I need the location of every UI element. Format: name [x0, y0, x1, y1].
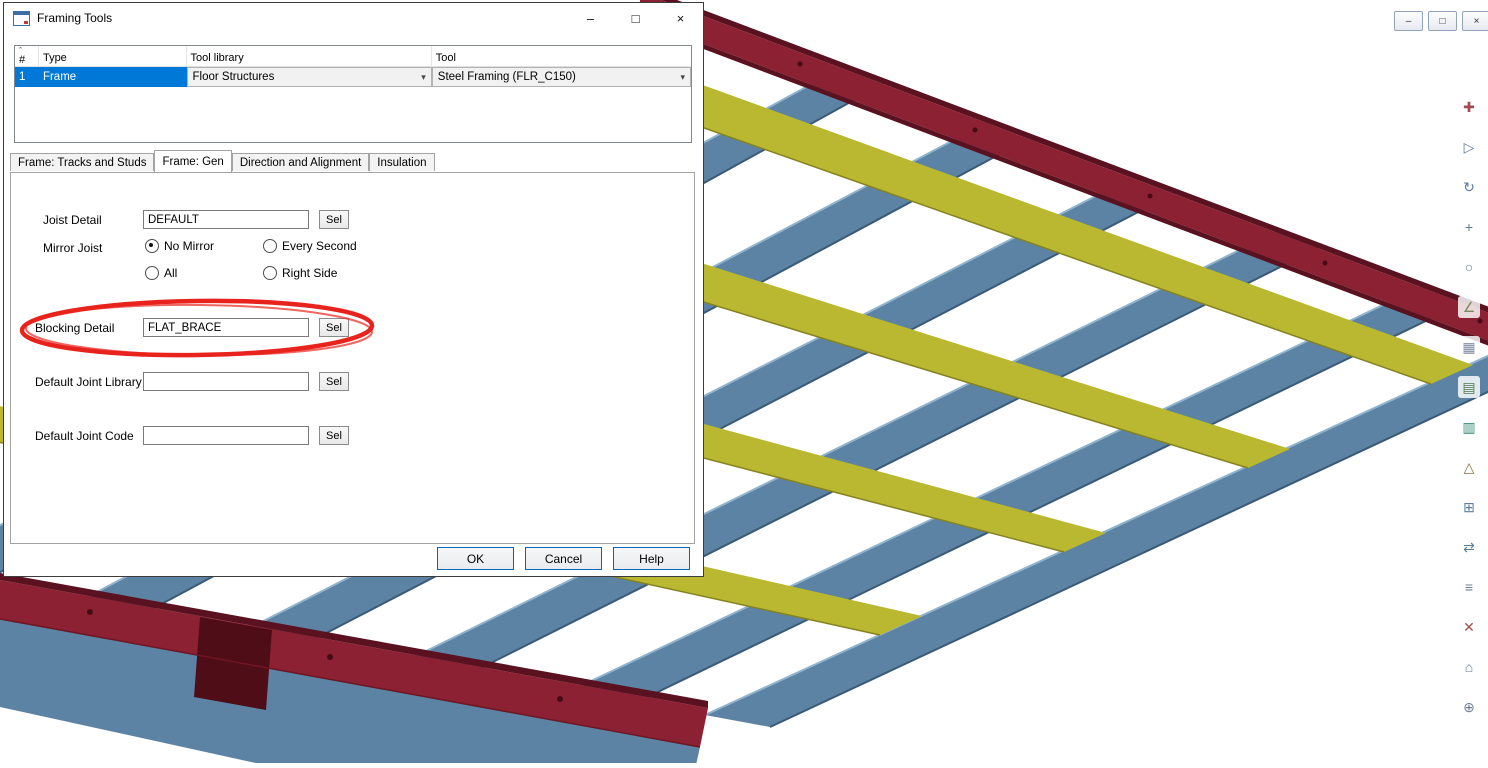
- tool-table-header: ˆ # Type Tool library Tool: [15, 46, 691, 67]
- app-icon: [13, 11, 30, 26]
- help-button[interactable]: Help: [613, 547, 690, 570]
- zoom-icon[interactable]: ○: [1458, 256, 1480, 278]
- dialog-minimize-button[interactable]: –: [568, 3, 613, 33]
- blocking-detail-input[interactable]: [143, 318, 309, 337]
- radio-icon: [263, 239, 277, 253]
- default-joint-code-sel-button[interactable]: Sel: [319, 426, 349, 445]
- frame-gen-panel: Joist Detail Sel Mirror Joist No Mirror …: [10, 172, 695, 544]
- column-header-num[interactable]: ˆ #: [15, 46, 39, 66]
- mirror-joist-label: Mirror Joist: [43, 241, 102, 255]
- joist-detail-input[interactable]: [143, 210, 309, 229]
- cancel-button[interactable]: Cancel: [525, 547, 602, 570]
- framing-tools-dialog: Framing Tools – □ × ˆ # Type Tool librar…: [3, 2, 704, 577]
- settings-icon[interactable]: ⊕: [1458, 696, 1480, 718]
- blocking-detail-label: Blocking Detail: [35, 321, 114, 335]
- rotate-view-icon[interactable]: ↻: [1458, 176, 1480, 198]
- tab-frame-tracks-and-studs[interactable]: Frame: Tracks and Studs: [10, 153, 154, 171]
- tool-table: ˆ # Type Tool library Tool 1 Frame Floor…: [14, 45, 692, 143]
- radio-icon: [145, 266, 159, 280]
- mirror-icon[interactable]: ⇄: [1458, 536, 1480, 558]
- radio-checked-icon: [145, 239, 159, 253]
- dialog-title: Framing Tools: [37, 11, 112, 25]
- row-type-cell: Frame: [39, 67, 187, 87]
- maximize-icon: □: [1439, 16, 1445, 27]
- erase-icon[interactable]: ✕: [1458, 616, 1480, 638]
- copy-icon[interactable]: ⊞: [1458, 496, 1480, 518]
- measure-icon[interactable]: ∠: [1458, 296, 1480, 318]
- chevron-down-icon: ▾: [680, 72, 685, 83]
- pin-icon[interactable]: ✚: [1458, 96, 1480, 118]
- background-window-controls: – □ ×: [1394, 11, 1488, 31]
- default-joint-library-input[interactable]: [143, 372, 309, 391]
- dialog-maximize-button[interactable]: □: [613, 3, 658, 33]
- chevron-down-icon: ▾: [421, 72, 426, 83]
- bg-maximize-button[interactable]: □: [1428, 11, 1457, 31]
- column-header-type[interactable]: Type: [39, 46, 187, 66]
- maximize-icon: □: [632, 11, 640, 26]
- default-joint-code-label: Default Joint Code: [35, 429, 134, 443]
- roof-tool-icon[interactable]: △: [1458, 456, 1480, 478]
- annotation-circle: [11, 173, 696, 545]
- joist-detail-label: Joist Detail: [43, 213, 102, 227]
- default-joint-library-label: Default Joint Library: [35, 375, 142, 389]
- bg-minimize-button[interactable]: –: [1394, 11, 1423, 31]
- tab-frame-gen[interactable]: Frame: Gen: [154, 150, 231, 172]
- default-joint-code-input[interactable]: [143, 426, 309, 445]
- close-icon: ×: [1474, 16, 1480, 27]
- minimize-icon: –: [1406, 16, 1412, 27]
- layers-icon[interactable]: ≡: [1458, 576, 1480, 598]
- bg-close-button[interactable]: ×: [1462, 11, 1488, 31]
- close-icon: ×: [677, 11, 685, 26]
- tab-insulation[interactable]: Insulation: [369, 153, 434, 171]
- dialog-close-button[interactable]: ×: [658, 3, 703, 33]
- tool-value: Steel Framing (FLR_C150): [438, 71, 576, 83]
- wall-tool-icon[interactable]: ▤: [1458, 376, 1480, 398]
- blocking-detail-sel-button[interactable]: Sel: [319, 318, 349, 337]
- default-joint-library-sel-button[interactable]: Sel: [319, 372, 349, 391]
- mirror-option-right-side[interactable]: Right Side: [263, 266, 337, 280]
- row-number-cell: 1: [15, 67, 39, 87]
- mirror-option-no-mirror[interactable]: No Mirror: [145, 239, 214, 253]
- tool-table-row[interactable]: 1 Frame Floor Structures ▾ Steel Framing…: [15, 67, 691, 87]
- move-icon[interactable]: +: [1458, 216, 1480, 238]
- tab-strip: Frame: Tracks and Studs Frame: Gen Direc…: [10, 150, 696, 171]
- joist-detail-sel-button[interactable]: Sel: [319, 210, 349, 229]
- minimize-icon: –: [587, 11, 594, 26]
- grid-icon[interactable]: ▦: [1458, 336, 1480, 358]
- dialog-window-buttons: – □ ×: [568, 3, 703, 33]
- ok-button[interactable]: OK: [437, 547, 514, 570]
- mirror-option-every-second[interactable]: Every Second: [263, 239, 357, 253]
- column-header-tool-library[interactable]: Tool library: [187, 46, 432, 66]
- home-view-icon[interactable]: ⌂: [1458, 656, 1480, 678]
- radio-icon: [263, 266, 277, 280]
- mirror-option-all[interactable]: All: [145, 266, 177, 280]
- select-arrow-icon[interactable]: ▷: [1458, 136, 1480, 158]
- column-header-tool[interactable]: Tool: [432, 46, 691, 66]
- floor-tool-icon[interactable]: ▥: [1458, 416, 1480, 438]
- tool-library-value: Floor Structures: [193, 71, 275, 83]
- tab-direction-and-alignment[interactable]: Direction and Alignment: [232, 153, 369, 171]
- tool-dropdown[interactable]: Steel Framing (FLR_C150) ▾: [432, 67, 691, 87]
- tool-library-dropdown[interactable]: Floor Structures ▾: [187, 67, 432, 87]
